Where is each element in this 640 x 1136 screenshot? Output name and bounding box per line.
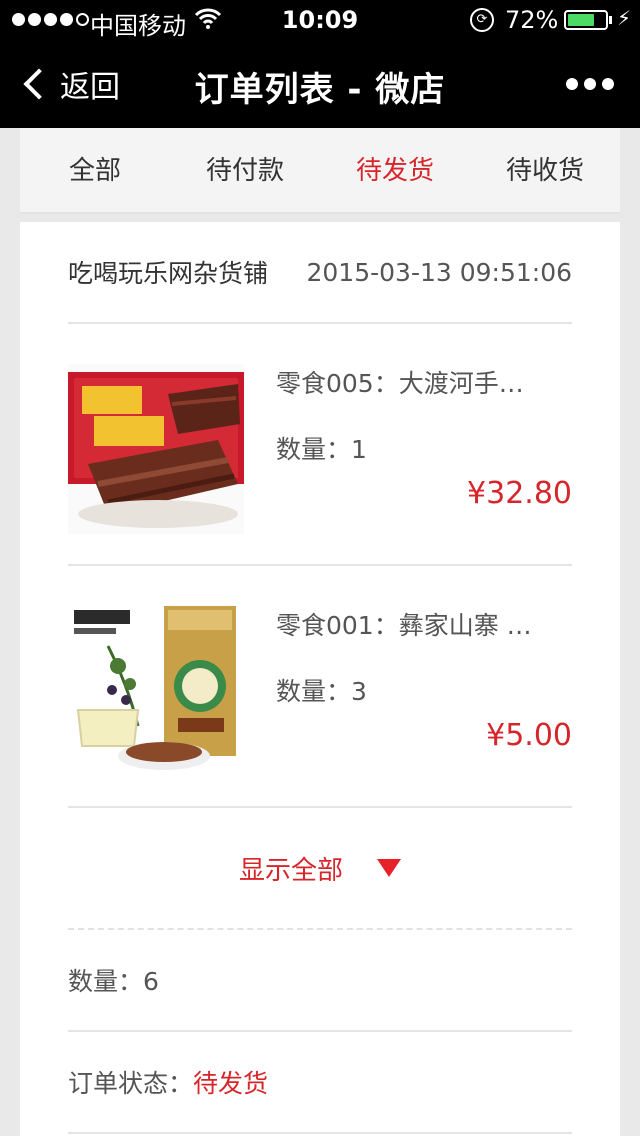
product-price: ¥5.00: [486, 718, 572, 753]
more-options-button[interactable]: [566, 78, 614, 90]
tab-pending-shipment[interactable]: 待发货: [320, 128, 470, 212]
product-name[interactable]: 零食005：大渡河手…: [276, 364, 566, 400]
product-quantity: 数量：1: [276, 435, 367, 464]
product-quantity: 数量：3: [276, 677, 367, 706]
order-status-label: 订单状态：: [68, 1069, 194, 1098]
triangle-down-icon: [377, 859, 401, 877]
navigation-bar: 返回 订单列表 - 微店: [0, 40, 640, 128]
show-all-button[interactable]: 显示全部: [68, 808, 572, 930]
product-price: ¥32.80: [467, 476, 572, 511]
status-bar: 中国移动 10:09 ⟳ 72% ⚡: [0, 0, 640, 40]
battery-icon: [564, 10, 608, 30]
battery-tip: [609, 16, 612, 24]
more-dots-icon: [566, 78, 578, 90]
product-name[interactable]: 零食001：彝家山寨 …: [276, 606, 566, 642]
product-image[interactable]: [68, 606, 244, 776]
tab-pending-receipt[interactable]: 待收货: [470, 128, 620, 212]
order-card: 吃喝玩乐网杂货铺 2015-03-13 09:51:06 零食005：大渡河手……: [20, 222, 620, 1136]
order-item[interactable]: 零食005：大渡河手… 数量：1 ¥32.80: [68, 324, 572, 566]
tab-all[interactable]: 全部: [20, 128, 170, 212]
order-time: 2015-03-13 09:51:06: [306, 257, 572, 287]
order-item[interactable]: 零食001：彝家山寨 … 数量：3 ¥5.00: [68, 566, 572, 808]
page-title: 订单列表 - 微店: [194, 70, 446, 110]
rotation-lock-icon: ⟳: [470, 8, 494, 32]
shop-name[interactable]: 吃喝玩乐网杂货铺: [68, 254, 268, 290]
total-quantity: 数量：6: [68, 930, 572, 1032]
charging-icon: ⚡: [617, 6, 632, 30]
battery-percentage: 72%: [505, 6, 559, 34]
order-status-row: 订单状态： 待发货: [68, 1032, 572, 1134]
show-all-label: 显示全部: [238, 855, 343, 886]
order-status-value: 待发货: [193, 1069, 269, 1098]
tab-pending-payment[interactable]: 待付款: [170, 128, 320, 212]
order-tabs: 全部 待付款 待发货 待收货: [20, 128, 620, 214]
product-image[interactable]: [68, 364, 244, 534]
shop-row: 吃喝玩乐网杂货铺 2015-03-13 09:51:06: [68, 222, 572, 324]
